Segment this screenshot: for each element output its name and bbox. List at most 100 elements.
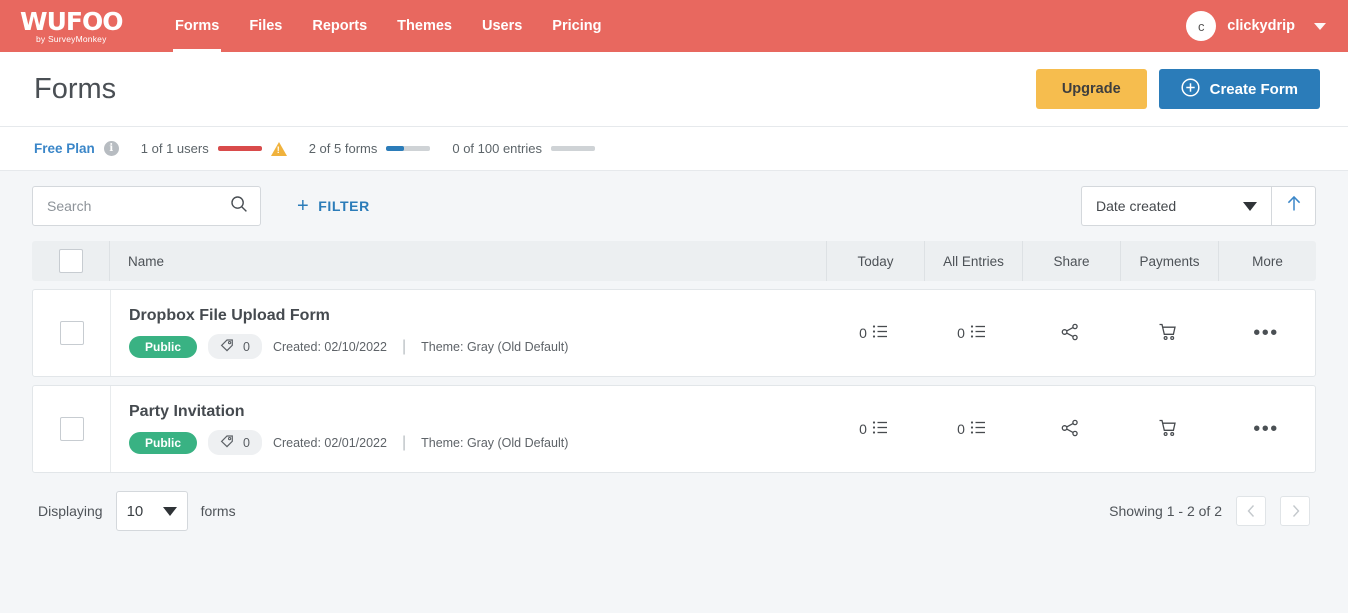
more-horizontal-icon: •••	[1253, 423, 1279, 435]
nav-item-themes[interactable]: Themes	[382, 0, 467, 52]
list-footer: Displaying 10 forms Showing 1 - 2 of 2	[32, 473, 1316, 549]
header-actions: Upgrade Create Form	[1036, 69, 1320, 109]
sort-controls: Date created	[1081, 186, 1316, 226]
meta-separator: |	[402, 434, 406, 452]
payments-cell[interactable]	[1119, 386, 1217, 472]
page-title: Forms	[34, 73, 116, 106]
chevron-down-icon	[1243, 202, 1257, 211]
usage-bar-entries	[551, 146, 595, 151]
info-icon[interactable]: i	[104, 141, 119, 156]
arrow-up-icon	[1285, 194, 1303, 218]
nav-item-reports[interactable]: Reports	[297, 0, 382, 52]
tag-chip[interactable]: 0	[208, 334, 262, 359]
all-entries-cell[interactable]: 0	[923, 386, 1021, 472]
theme-name: Theme: Gray (Old Default)	[421, 340, 568, 354]
share-icon	[1060, 322, 1080, 345]
row-checkbox[interactable]	[60, 417, 84, 441]
today-entries-cell[interactable]: 0	[825, 290, 923, 376]
top-navigation-bar: WUFOO by SurveyMonkey Forms Files Report…	[0, 0, 1348, 52]
shopping-cart-icon	[1158, 418, 1178, 441]
table-row[interactable]: Party Invitation Public 0 Created: 02/01…	[32, 385, 1316, 473]
share-cell[interactable]	[1021, 386, 1119, 472]
search-box[interactable]	[32, 186, 261, 226]
list-toolbar: + FILTER Date created	[32, 171, 1316, 241]
page-header: Forms Upgrade Create Form	[0, 52, 1348, 127]
usage-label-entries: 0 of 100 entries	[452, 141, 542, 156]
nav-links: Forms Files Reports Themes Users Pricing	[160, 0, 616, 52]
row-meta: Public 0 Created: 02/10/2022 | Theme: Gr…	[129, 334, 825, 359]
all-entries-count: 0	[957, 325, 965, 341]
nav-item-pricing[interactable]: Pricing	[537, 0, 616, 52]
account-menu[interactable]: c clickydrip	[1186, 11, 1326, 41]
row-details: Party Invitation Public 0 Created: 02/01…	[111, 386, 825, 472]
tag-count: 0	[243, 340, 250, 354]
list-icon	[970, 419, 987, 439]
usage-label-forms: 2 of 5 forms	[309, 141, 378, 156]
row-details: Dropbox File Upload Form Public 0 Create…	[111, 290, 825, 376]
row-meta: Public 0 Created: 02/01/2022 | Theme: Gr…	[129, 430, 825, 455]
displaying-label: Displaying	[38, 503, 103, 519]
upgrade-button[interactable]: Upgrade	[1036, 69, 1147, 109]
nav-item-forms[interactable]: Forms	[160, 0, 234, 52]
usage-meter-entries: 0 of 100 entries	[452, 141, 595, 156]
usage-label-users: 1 of 1 users	[141, 141, 209, 156]
table-row[interactable]: Dropbox File Upload Form Public 0 Create…	[32, 289, 1316, 377]
sort-by-value: Date created	[1096, 198, 1176, 214]
share-cell[interactable]	[1021, 290, 1119, 376]
status-badge: Public	[129, 336, 197, 358]
nav-item-files[interactable]: Files	[234, 0, 297, 52]
create-form-label: Create Form	[1210, 81, 1298, 98]
sort-direction-button[interactable]	[1271, 186, 1316, 226]
table-header: Name Today All Entries Share Payments Mo…	[32, 241, 1316, 281]
select-all-checkbox[interactable]	[59, 249, 83, 273]
previous-page-button[interactable]	[1236, 496, 1266, 526]
today-entries-cell[interactable]: 0	[825, 386, 923, 472]
usage-bar-forms	[386, 146, 430, 151]
chevron-down-icon[interactable]	[1314, 23, 1326, 30]
column-header-today: Today	[826, 241, 924, 281]
account-username: clickydrip	[1227, 18, 1295, 34]
form-name-link[interactable]: Party Invitation	[129, 403, 825, 421]
column-header-payments: Payments	[1120, 241, 1218, 281]
main-content: + FILTER Date created Name Today	[0, 171, 1348, 549]
forms-label: forms	[201, 503, 236, 519]
more-menu-cell[interactable]: •••	[1217, 386, 1315, 472]
search-icon[interactable]	[230, 195, 248, 218]
plus-icon: +	[297, 196, 309, 216]
showing-count: Showing 1 - 2 of 2	[1109, 503, 1222, 519]
next-page-button[interactable]	[1280, 496, 1310, 526]
wufoo-logo[interactable]: WUFOO by SurveyMonkey	[20, 9, 130, 44]
sort-by-dropdown[interactable]: Date created	[1081, 186, 1271, 226]
row-checkbox[interactable]	[60, 321, 84, 345]
plan-usage-bar: Free Plan i 1 of 1 users 2 of 5 forms 0 …	[0, 127, 1348, 171]
usage-bar-users	[218, 146, 262, 151]
tag-chip[interactable]: 0	[208, 430, 262, 455]
column-header-name: Name	[110, 254, 826, 269]
created-date: Created: 02/01/2022	[273, 436, 387, 450]
page-size-value: 10	[127, 503, 144, 520]
row-select-cell	[33, 386, 111, 472]
column-header-all-entries: All Entries	[924, 241, 1022, 281]
all-entries-cell[interactable]: 0	[923, 290, 1021, 376]
more-horizontal-icon: •••	[1253, 327, 1279, 339]
filter-button[interactable]: + FILTER	[297, 196, 370, 216]
tag-icon	[220, 434, 234, 451]
shopping-cart-icon	[1158, 322, 1178, 345]
chevron-down-icon	[163, 507, 177, 516]
search-input[interactable]	[45, 197, 230, 215]
all-entries-count: 0	[957, 421, 965, 437]
more-menu-cell[interactable]: •••	[1217, 290, 1315, 376]
create-form-button[interactable]: Create Form	[1159, 69, 1320, 109]
avatar[interactable]: c	[1186, 11, 1216, 41]
list-icon	[872, 419, 889, 439]
column-header-share: Share	[1022, 241, 1120, 281]
theme-name: Theme: Gray (Old Default)	[421, 436, 568, 450]
page-size-dropdown[interactable]: 10	[116, 491, 188, 531]
nav-item-users[interactable]: Users	[467, 0, 537, 52]
meta-separator: |	[402, 338, 406, 356]
today-count: 0	[859, 325, 867, 341]
logo-wordmark: WUFOO	[20, 9, 130, 34]
form-name-link[interactable]: Dropbox File Upload Form	[129, 307, 825, 325]
payments-cell[interactable]	[1119, 290, 1217, 376]
plan-name-link[interactable]: Free Plan	[34, 141, 95, 156]
